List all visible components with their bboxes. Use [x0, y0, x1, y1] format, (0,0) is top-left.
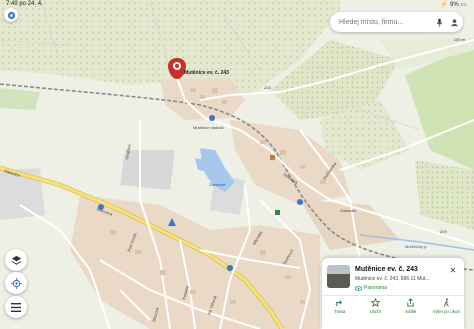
share-label: Sdílet	[404, 309, 417, 314]
location-target-icon	[10, 277, 22, 289]
star-icon	[370, 298, 380, 307]
label-zahradni: Zahradní	[340, 208, 357, 213]
label-mutenicky-potok: Mutěnický p.	[405, 244, 427, 249]
status-right: ⚡ 9% ▭	[440, 2, 466, 8]
route-icon	[336, 300, 343, 307]
label-elev-209: 209	[440, 229, 447, 234]
compass-button[interactable]	[4, 8, 18, 22]
bus-stop-icon[interactable]	[98, 204, 104, 210]
eye-icon	[355, 285, 362, 291]
close-button[interactable]: ✕	[448, 265, 458, 275]
save-label: Uložit	[369, 309, 381, 314]
my-location-button[interactable]	[5, 272, 27, 294]
share-button[interactable]: Sdílet	[397, 298, 425, 314]
search-input[interactable]: Hledej místo, firmu...	[339, 19, 433, 26]
place-card[interactable]: Mutěnice ev. č. 243 Mutěnice ev. č. 243,…	[322, 258, 464, 329]
building-icon[interactable]	[270, 155, 275, 160]
place-thumbnail[interactable]	[327, 265, 350, 288]
panorama-label: Panorama	[364, 285, 388, 291]
menu-button[interactable]	[5, 296, 27, 318]
status-time-date: 7:49 po 24. 4.	[6, 1, 43, 7]
label-zamecek: Zámeček	[209, 182, 225, 187]
hamburger-menu-icon	[11, 302, 21, 312]
compass-icon	[7, 11, 15, 19]
route-label: Trasa	[334, 309, 346, 314]
place-actions: Trasa Uložit Sdílet Výlet po okolí	[322, 298, 464, 314]
place-address: Mutěnice ev. č. 243, 696 11 Mut...	[355, 276, 430, 282]
card-divider	[322, 295, 464, 296]
scale-label: 100 m	[453, 37, 465, 42]
profile-icon[interactable]	[448, 16, 460, 28]
share-icon	[407, 298, 414, 307]
route-button[interactable]: Trasa	[326, 298, 354, 314]
pin-label: Mutěnice ev. č. 243	[184, 70, 229, 76]
park-icon[interactable]	[275, 210, 280, 215]
layers-icon	[11, 255, 21, 265]
panorama-link[interactable]: Panorama	[355, 285, 387, 291]
status-bar: 7:49 po 24. 4. ⚡ 9% ▭	[0, 0, 474, 10]
place-title: Mutěnice ev. č. 243	[355, 266, 418, 273]
hiking-icon	[443, 298, 449, 307]
scale-bar: 100 m	[454, 37, 465, 42]
label-mutenice-nadrazi: Mutěnice nádraží	[193, 125, 225, 130]
label-elev-228: 228	[264, 85, 271, 90]
trip-around-label: Výlet po okolí	[432, 309, 460, 314]
close-icon: ✕	[449, 265, 457, 275]
microphone-icon[interactable]	[433, 16, 445, 28]
search-bar[interactable]: Hledej místo, firmu...	[330, 12, 463, 32]
bus-stop-icon[interactable]	[297, 199, 303, 205]
bus-stop-icon[interactable]	[227, 265, 233, 271]
trip-around-button[interactable]: Výlet po okolí	[432, 298, 460, 314]
train-station-icon[interactable]	[209, 115, 215, 121]
layers-button[interactable]	[5, 249, 27, 271]
save-button[interactable]: Uložit	[361, 298, 389, 314]
